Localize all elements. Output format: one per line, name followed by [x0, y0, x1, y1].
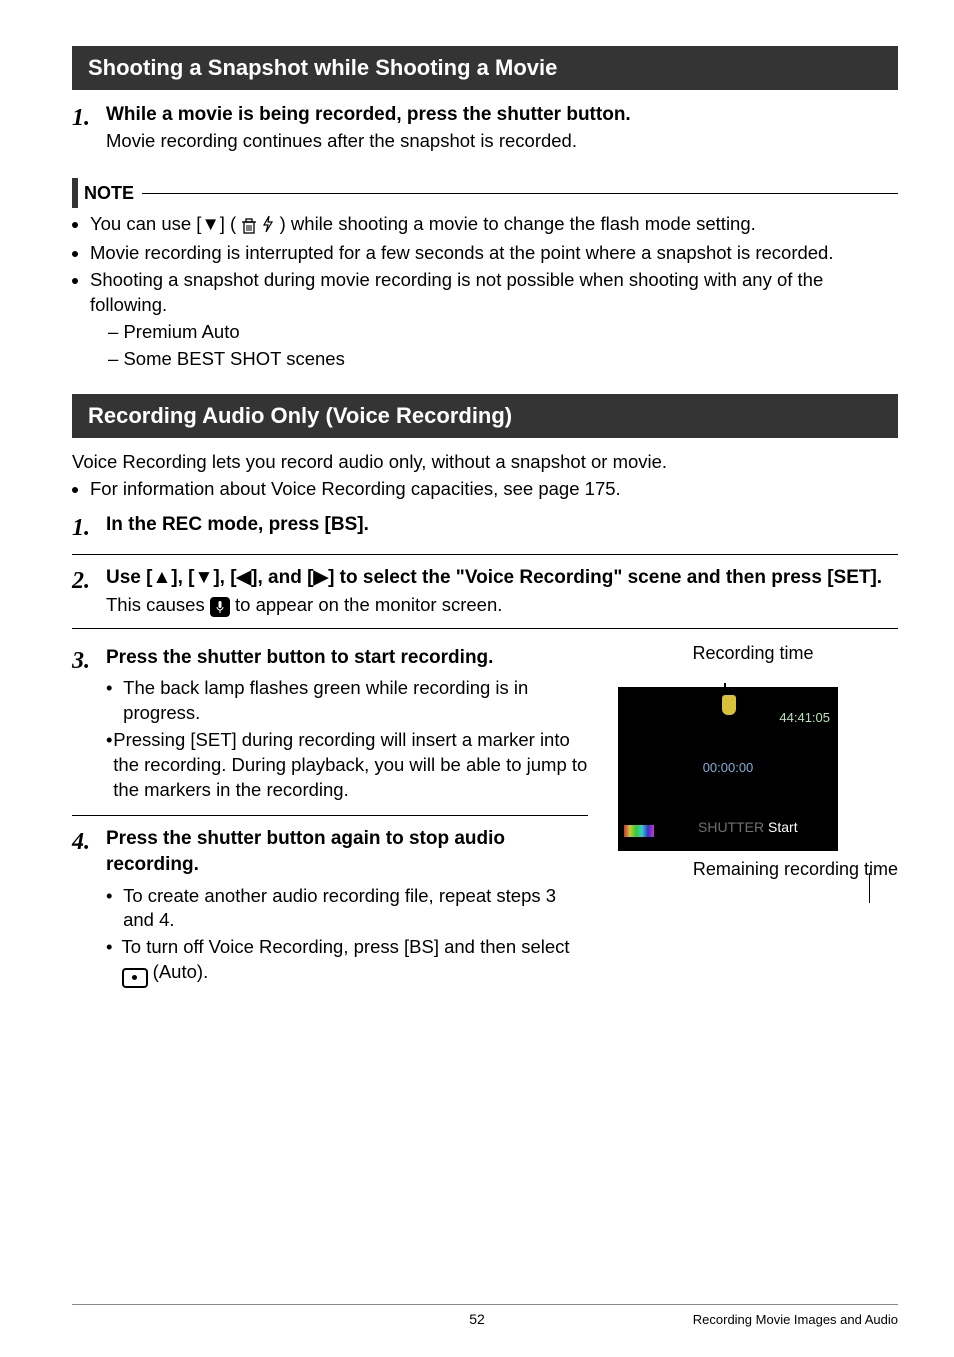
voice-intro-1: Voice Recording lets you record audio on…	[72, 450, 898, 475]
step-1-num: 1.	[72, 102, 106, 155]
voice-step1-title: In the REC mode, press [BS].	[106, 512, 898, 538]
note-sub-2: Some BEST SHOT scenes	[108, 347, 898, 372]
flash-icon	[262, 213, 279, 234]
down-arrow-icon: ▼	[195, 567, 214, 588]
note-bullet-1: You can use [▼] ( ) while shooting a mov…	[90, 212, 898, 239]
voice-step2-title: Use [▲], [▼], [◀], and [▶] to select the…	[106, 565, 898, 591]
note-bullet-2: Movie recording is interrupted for a few…	[90, 241, 898, 266]
voice-step3-num: 3.	[72, 645, 106, 805]
screen-start-label: SHUTTER Start	[698, 818, 798, 837]
camera-auto-icon	[122, 968, 148, 988]
screen-label-top: Recording time	[608, 641, 898, 665]
pointer-right-icon	[869, 873, 871, 903]
screen-mic-icon	[722, 695, 736, 715]
note-bar-icon	[72, 178, 78, 208]
voice-step4-b2: •To turn off Voice Recording, press [BS]…	[106, 935, 588, 987]
left-arrow-icon: ◀	[237, 567, 252, 588]
divider-3	[72, 815, 588, 816]
section-snapshot-title: Shooting a Snapshot while Shooting a Mov…	[72, 46, 898, 90]
note-bullet-3: Shooting a snapshot during movie recordi…	[90, 268, 898, 372]
divider-2	[72, 628, 898, 629]
note-block: NOTE You can use [▼] ( ) while shooting …	[72, 178, 898, 372]
right-arrow-icon: ▶	[313, 567, 328, 588]
screen-remaining-time: 44:41:05	[779, 709, 830, 727]
voice-step3-b2: •Pressing [SET] during recording will in…	[106, 728, 588, 803]
trash-icon	[241, 214, 257, 239]
footer-section: Recording Movie Images and Audio	[693, 1311, 898, 1329]
step-1-title: While a movie is being recorded, press t…	[106, 102, 898, 128]
screen-color-bar-icon	[624, 825, 654, 837]
voice-intro-2: For information about Voice Recording ca…	[90, 477, 898, 502]
voice-step2-num: 2.	[72, 565, 106, 618]
section-voice-title: Recording Audio Only (Voice Recording)	[72, 394, 898, 438]
footer-divider	[72, 1304, 898, 1305]
voice-step3-title: Press the shutter button to start record…	[106, 645, 588, 671]
camera-screen: 44:41:05 00:00:00 SHUTTER Start	[618, 687, 838, 851]
voice-step4-b1: •To create another audio recording file,…	[106, 884, 588, 934]
mic-icon	[210, 597, 230, 617]
voice-step4-num: 4.	[72, 826, 106, 990]
voice-step3-b1: •The back lamp flashes green while recor…	[106, 676, 588, 726]
up-arrow-icon: ▲	[152, 567, 171, 588]
down-arrow-icon: ▼	[201, 213, 219, 234]
voice-step1-num: 1.	[72, 512, 106, 544]
note-sub-1: Premium Auto	[108, 320, 898, 345]
voice-step2-text: This causes to appear on the monitor scr…	[106, 593, 898, 618]
screen-elapsed-time: 00:00:00	[618, 759, 838, 777]
screen-label-bottom: Remaining recording time	[608, 857, 898, 881]
note-label: NOTE	[84, 181, 134, 205]
voice-step4-title: Press the shutter button again to stop a…	[106, 826, 588, 877]
step-1-text: Movie recording continues after the snap…	[106, 129, 898, 154]
divider-1	[72, 554, 898, 555]
